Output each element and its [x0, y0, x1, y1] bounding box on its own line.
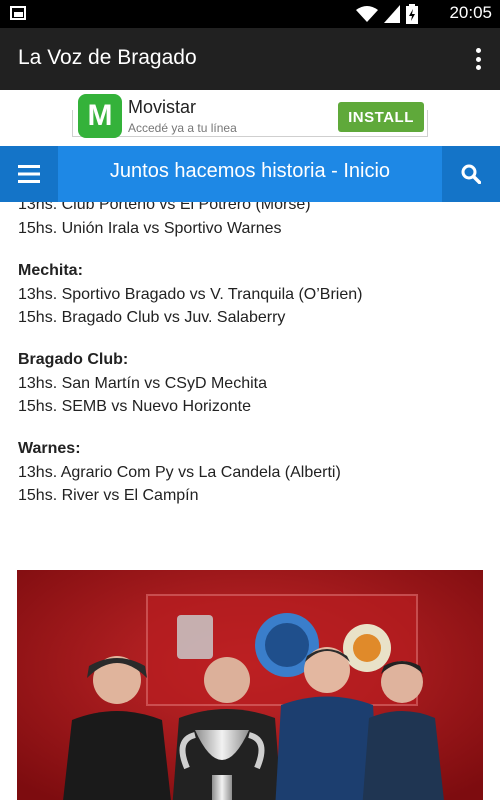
- hamburger-menu-icon[interactable]: [0, 146, 58, 202]
- ad-tagline: Accedé ya a tu línea: [128, 121, 237, 135]
- match-line: 15hs. SEMB vs Nuevo Horizonte: [18, 398, 251, 415]
- match-line: 15hs. Unión Irala vs Sportivo Warnes: [18, 220, 282, 237]
- ad-name: Movistar: [128, 97, 197, 117]
- app-bar: La Voz de Bragado: [0, 28, 500, 90]
- wifi-icon: [356, 6, 378, 22]
- ad-banner[interactable]: M Movistar Accedé ya a tu línea INSTALL: [0, 90, 500, 146]
- app-title: La Voz de Bragado: [18, 46, 197, 69]
- match-line: 13hs. Club Porteño vs El Potrero (Morse): [18, 202, 311, 213]
- article-content: 13hs. Club Porteño vs El Potrero (Morse)…: [0, 202, 500, 800]
- gallery-notification-icon: [10, 6, 26, 20]
- clock: 20:05: [449, 3, 492, 22]
- venue-heading: Mechita:: [18, 262, 83, 279]
- battery-icon: [406, 4, 418, 24]
- match-line: 13hs. Agrario Com Py vs La Candela (Albe…: [18, 464, 341, 481]
- article-photo-image: [17, 570, 483, 800]
- venue-heading: Warnes:: [18, 440, 81, 457]
- match-line: 13hs. San Martín vs CSyD Mechita: [18, 375, 267, 392]
- status-bar: 20:05: [0, 0, 500, 28]
- signal-icon: [384, 5, 400, 23]
- install-button[interactable]: INSTALL: [338, 102, 424, 132]
- match-line: 15hs. Bragado Club vs Juv. Salaberry: [18, 309, 286, 326]
- match-line: 15hs. River vs El Campín: [18, 487, 199, 504]
- match-line: 13hs. Sportivo Bragado vs V. Tranquila (…: [18, 286, 363, 303]
- site-header: Juntos hacemos historia - Inicio: [0, 146, 500, 202]
- site-title: Juntos hacemos historia - Inicio: [109, 160, 391, 182]
- movistar-logo: M: [78, 94, 122, 138]
- search-icon[interactable]: [442, 146, 500, 202]
- overflow-menu-icon[interactable]: [474, 48, 482, 70]
- venue-heading: Bragado Club:: [18, 351, 129, 368]
- article-photo[interactable]: [17, 570, 483, 800]
